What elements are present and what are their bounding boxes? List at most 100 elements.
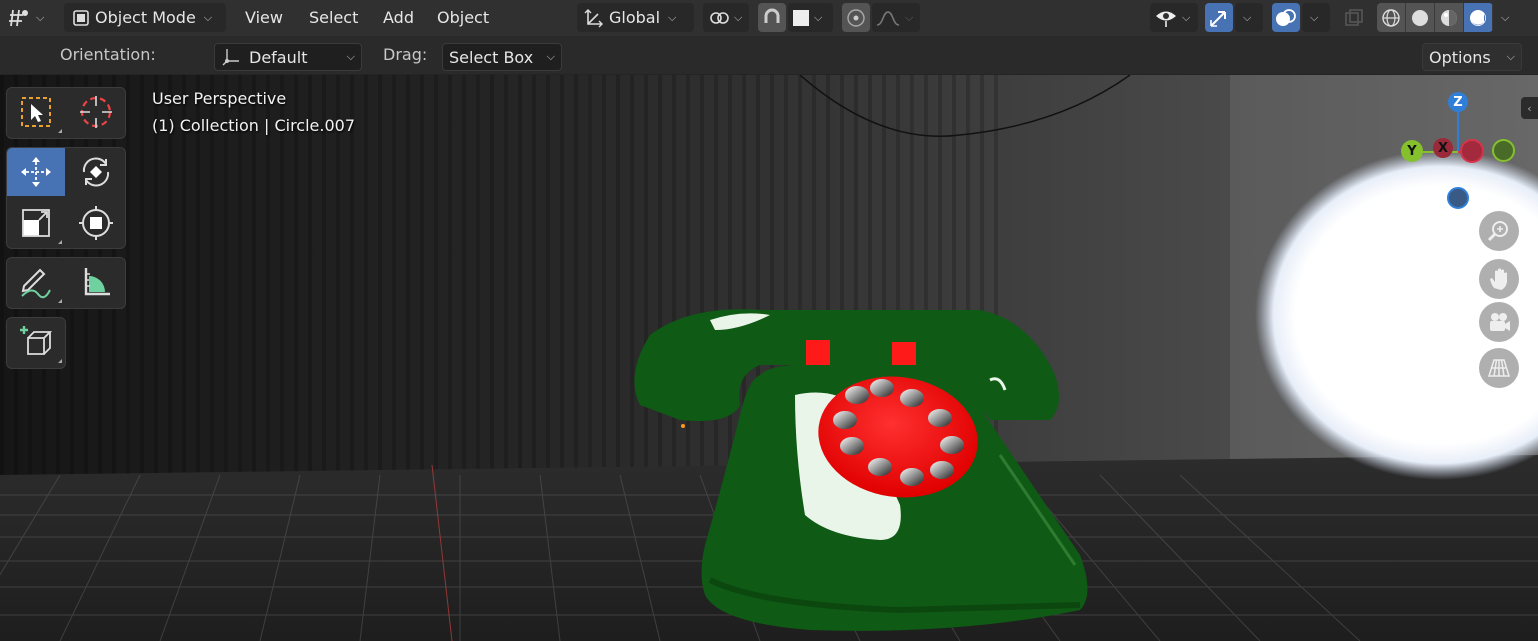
collection-info: (1) Collection | Circle.007 [152,116,356,135]
shading-options-dropdown[interactable]: ⌵ [1495,3,1523,32]
overlay-toggle[interactable] [1272,3,1300,32]
add-cube-tool[interactable] [7,318,65,366]
axis-z-label: Z [1453,94,1463,110]
cursor-tool[interactable] [67,88,125,136]
camera-icon [1486,309,1512,335]
xray-icon [1343,7,1365,29]
axis-x-button[interactable]: X [1433,138,1453,158]
chevron-left-icon: ‹ [1527,101,1532,115]
menu-object[interactable]: Object [437,6,489,30]
sidebar-toggle-button[interactable]: ‹ [1521,97,1538,119]
mode-dropdown[interactable]: Object Mode ⌵ [64,3,226,32]
orientation-icon [583,7,605,29]
perspective-grid-icon [1486,355,1512,381]
scale-icon [19,206,53,240]
chevron-down-icon: ⌵ [203,10,213,24]
axis-neg-z-button[interactable] [1447,187,1469,209]
drag-dropdown[interactable]: Select Box ⌵ [442,43,562,71]
grid-editor-icon [8,7,32,29]
viewport-header: ⌵ Object Mode ⌵ View Select Add Object G… [0,0,1538,36]
axis-z-button[interactable]: Z [1448,92,1468,112]
editor-type-button[interactable]: ⌵ [8,3,54,32]
axis-y-label: Y [1407,143,1417,159]
axis-neg-x-button[interactable] [1460,139,1484,163]
axis-x-label: X [1437,140,1449,156]
material-preview-icon[interactable] [1435,3,1464,32]
orientation-dropdown[interactable]: Default ⌵ [214,43,362,71]
annotate-pencil-icon [18,264,54,300]
chevron-down-icon: ⌵ [814,10,823,24]
drag-field-label: Drag: [383,45,428,64]
menu-add[interactable]: Add [383,6,414,30]
snap-toggle[interactable] [758,3,786,32]
chevron-down-icon: ⌵ [1310,10,1319,24]
axis-neg-y-button[interactable] [1492,139,1515,162]
orientation-field-label: Orientation: [60,45,156,64]
select-box-icon [19,95,53,129]
orientation-gizmo-icon [221,47,241,67]
shading-mode-group [1377,3,1493,32]
object-mode-icon [71,8,91,28]
tool-group-transform [6,147,126,249]
mode-label: Object Mode [95,8,196,27]
perspective-toggle-button[interactable] [1479,348,1519,388]
scale-tool[interactable] [7,199,65,247]
pivot-point-dropdown[interactable]: ⌵ [703,3,749,32]
gizmo-dropdown[interactable]: ⌵ [1235,3,1263,32]
proportional-edit-toggle[interactable] [842,3,870,32]
measure-tool[interactable] [67,258,125,306]
zoom-button[interactable] [1479,211,1519,251]
wireframe-icon[interactable] [1377,3,1406,32]
pan-button[interactable] [1479,259,1519,299]
tool-group-annotate [6,257,126,309]
overlay-icon [1274,7,1298,29]
3d-viewport[interactable]: User Perspective (1) Collection | Circle… [0,75,1538,641]
axis-y-button[interactable]: Y [1401,140,1423,162]
falloff-dropdown[interactable]: ⌵ [872,3,920,32]
snap-target-dropdown[interactable]: ⌵ [788,3,833,32]
rendered-icon[interactable] [1464,3,1493,32]
options-label: Options [1429,47,1491,67]
measure-ruler-icon [78,264,114,300]
overlay-dropdown[interactable]: ⌵ [1302,3,1330,32]
annotate-tool[interactable] [7,258,65,306]
tool-group-select [6,87,126,139]
xray-toggle[interactable] [1340,3,1368,32]
gizmo-icon [1207,7,1231,29]
rotate-icon [78,154,114,190]
falloff-curve-icon [875,8,901,28]
chevron-down-icon: ⌵ [1501,10,1510,24]
chevron-down-icon: ⌵ [1243,10,1252,24]
hand-pan-icon [1486,266,1512,292]
chevron-down-icon: ⌵ [1506,50,1515,63]
solid-icon[interactable] [1406,3,1435,32]
move-arrows-icon [18,154,54,190]
camera-view-button[interactable] [1479,302,1519,342]
magnet-icon [761,7,783,29]
select-box-tool[interactable] [7,88,65,136]
transform-orientation-dropdown[interactable]: Global ⌵ [577,3,694,32]
move-tool[interactable] [7,148,65,196]
orientation-value: Default [249,47,308,67]
snap-increment-icon [792,9,810,27]
tool-settings-header: Orientation: Default ⌵ Drag: Select Box … [0,36,1538,75]
chevron-down-icon: ⌵ [346,50,355,63]
menu-view[interactable]: View [245,6,283,30]
tool-group-add [6,317,66,369]
chevron-down-icon: ⌵ [36,10,45,24]
menu-select[interactable]: Select [309,6,358,30]
transform-tool[interactable] [67,199,125,247]
rotate-tool[interactable] [67,148,125,196]
rendered-scene [0,75,1538,641]
orientation-label: Global [609,8,661,27]
gizmo-toggle[interactable] [1205,3,1233,32]
add-cube-icon [18,324,54,360]
chevron-down-icon: ⌵ [668,10,677,24]
drag-value: Select Box [449,47,534,67]
chevron-down-icon: ⌵ [734,10,743,24]
options-dropdown[interactable]: Options ⌵ [1422,43,1522,71]
eye-icon [1154,7,1178,29]
proportional-edit-icon [845,7,867,29]
pivot-point-icon [708,7,730,29]
visibility-dropdown[interactable]: ⌵ [1150,3,1198,32]
